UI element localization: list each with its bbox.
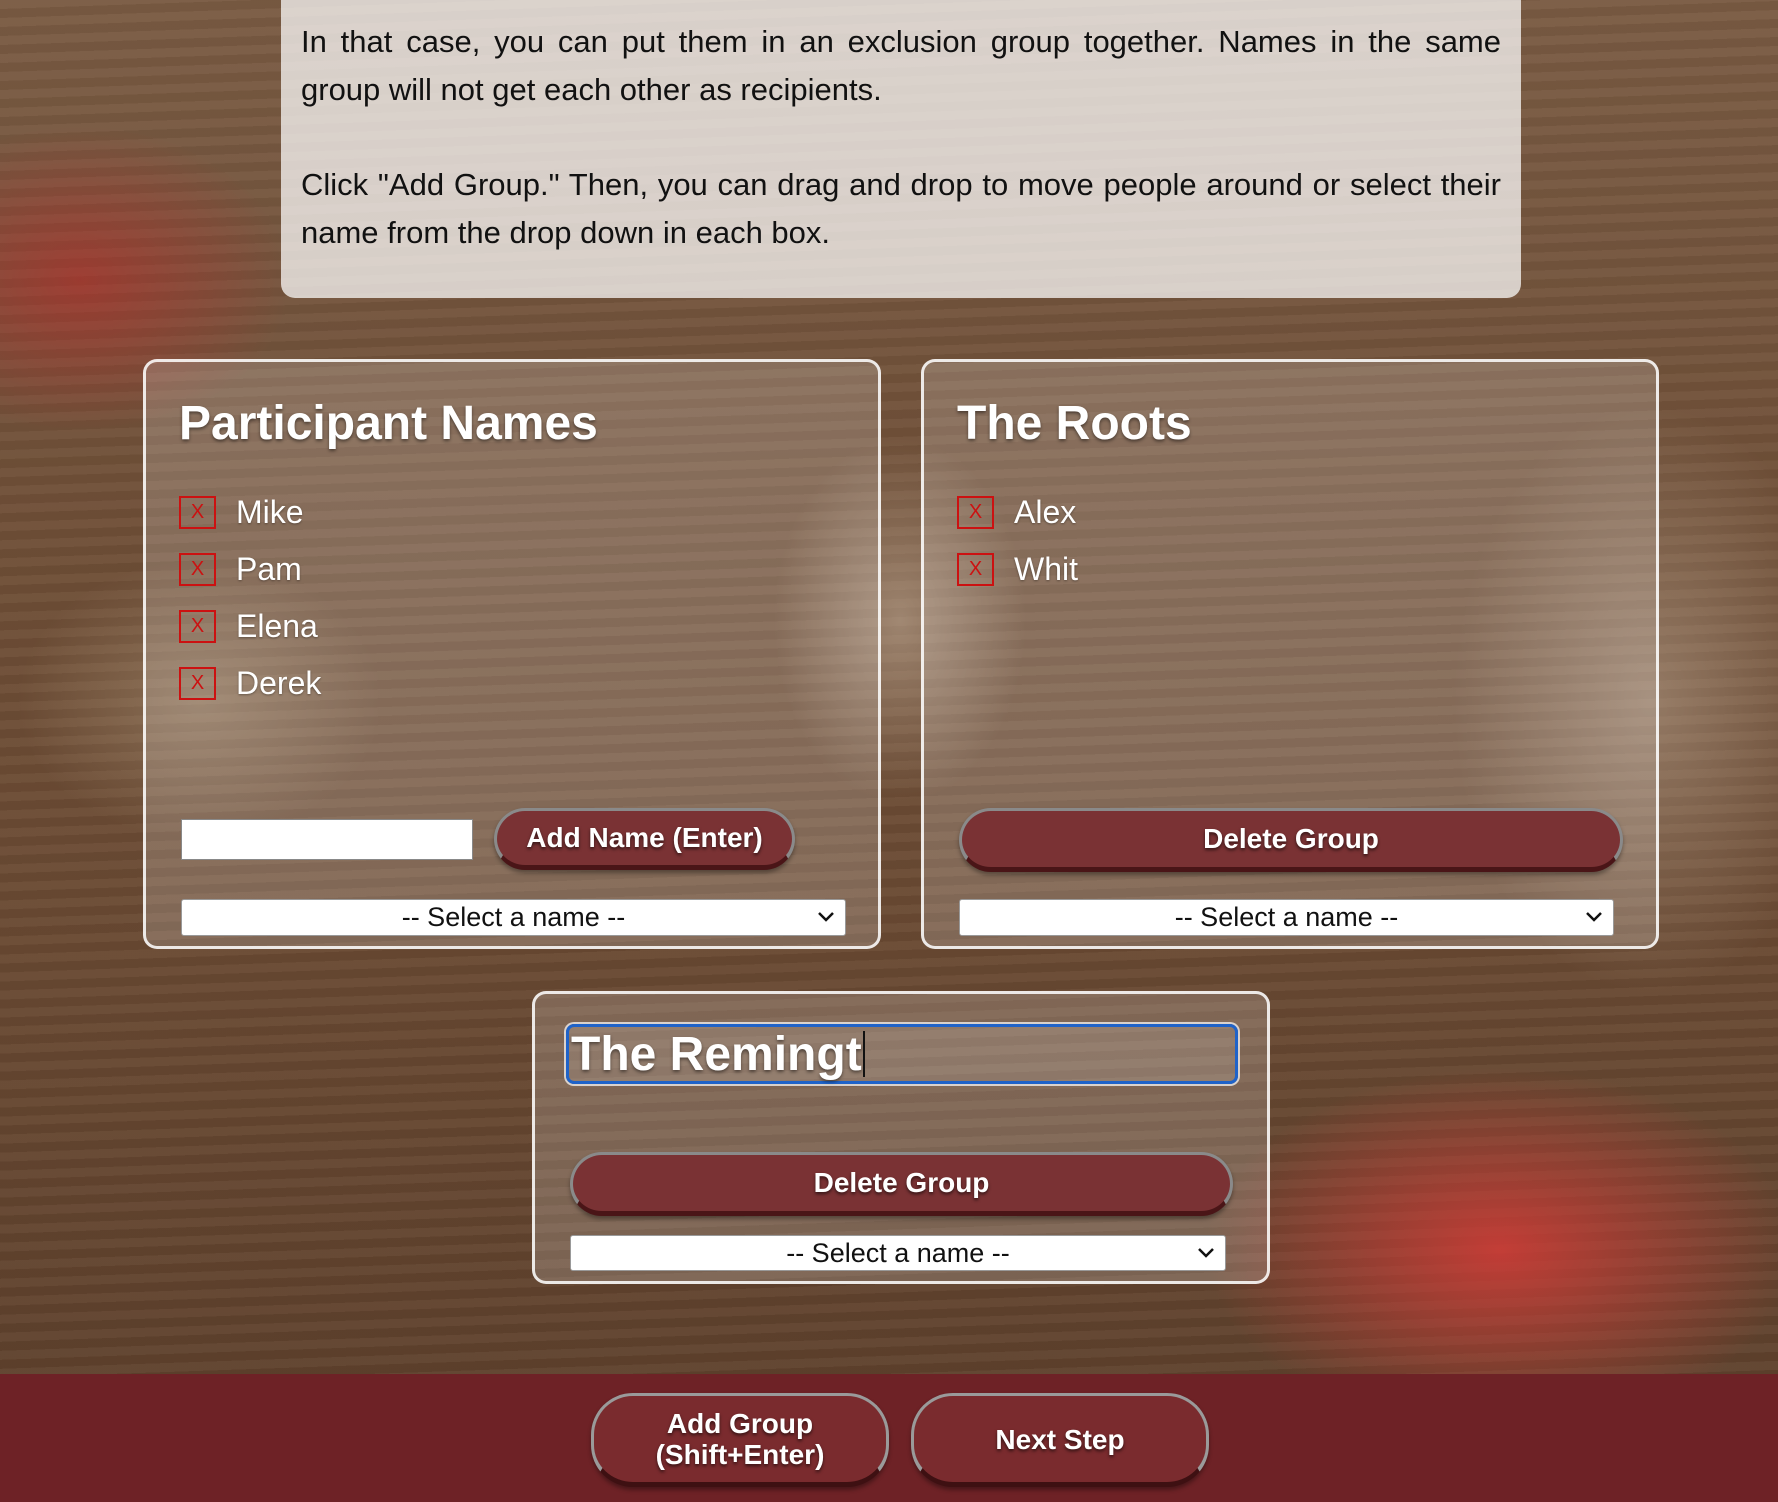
member-name[interactable]: Alex [1014, 494, 1076, 531]
select-value: -- Select a name -- [786, 1237, 1010, 1268]
select-name-dropdown[interactable]: -- Select a name -- [959, 899, 1614, 936]
participant-name[interactable]: Mike [236, 494, 304, 531]
new-name-input[interactable] [181, 819, 473, 860]
participant-name[interactable]: Derek [236, 665, 321, 702]
intro-paragraph-2: Click "Add Group." Then, you can drag an… [301, 167, 1501, 250]
group-name-value: The Remingt [571, 1027, 862, 1081]
close-icon[interactable]: X [179, 496, 216, 529]
chevron-down-icon [1198, 1248, 1214, 1258]
participant-item[interactable]: X Derek [179, 655, 321, 712]
participant-name[interactable]: Pam [236, 551, 302, 588]
member-name[interactable]: Whit [1014, 551, 1078, 588]
footer-bar: Add Group (Shift+Enter) Next Step [0, 1374, 1778, 1502]
participant-name[interactable]: Elena [236, 608, 318, 645]
select-value: -- Select a name -- [401, 902, 626, 932]
add-group-shortcut: (Shift+Enter) [655, 1439, 825, 1470]
delete-group-button[interactable]: Delete Group [570, 1152, 1233, 1216]
group-member-item[interactable]: X Whit [957, 541, 1078, 598]
add-name-button[interactable]: Add Name (Enter) [494, 808, 795, 870]
add-group-label: Add Group [666, 1408, 814, 1439]
participant-item[interactable]: X Pam [179, 541, 321, 598]
text-caret [862, 1031, 865, 1077]
exclusion-group-panel[interactable]: The Roots X Alex X Whit Delete Group -- … [921, 359, 1659, 949]
close-icon[interactable]: X [957, 496, 994, 529]
group-member-item[interactable]: X Alex [957, 484, 1078, 541]
select-name-dropdown[interactable]: -- Select a name -- [181, 899, 846, 936]
close-icon[interactable]: X [179, 553, 216, 586]
participant-names-panel[interactable]: Participant Names X Mike X Pam X Elena X… [143, 359, 881, 949]
exclusion-group-panel[interactable]: The Remingt Delete Group -- Select a nam… [532, 991, 1270, 1284]
next-step-button[interactable]: Next Step [911, 1393, 1209, 1487]
group-title[interactable]: The Roots [957, 396, 1192, 451]
group-name-input[interactable]: The Remingt [566, 1024, 1238, 1084]
close-icon[interactable]: X [957, 553, 994, 586]
delete-group-button[interactable]: Delete Group [959, 808, 1623, 872]
group-member-list: X Alex X Whit [957, 484, 1078, 598]
close-icon[interactable]: X [179, 667, 216, 700]
participant-item[interactable]: X Elena [179, 598, 321, 655]
intro-text-box: In that case, you can put them in an exc… [281, 0, 1521, 298]
add-group-button[interactable]: Add Group (Shift+Enter) [591, 1393, 889, 1487]
next-step-label: Next Step [995, 1423, 1125, 1455]
intro-paragraph-1: In that case, you can put them in an exc… [301, 24, 1501, 107]
panel-title: Participant Names [179, 397, 598, 450]
select-value: -- Select a name -- [1174, 902, 1399, 932]
chevron-down-icon [1586, 912, 1602, 922]
participant-item[interactable]: X Mike [179, 484, 321, 541]
select-name-dropdown[interactable]: -- Select a name -- [570, 1235, 1226, 1271]
participant-list: X Mike X Pam X Elena X Derek [179, 484, 321, 712]
close-icon[interactable]: X [179, 610, 216, 643]
chevron-down-icon [818, 912, 834, 922]
